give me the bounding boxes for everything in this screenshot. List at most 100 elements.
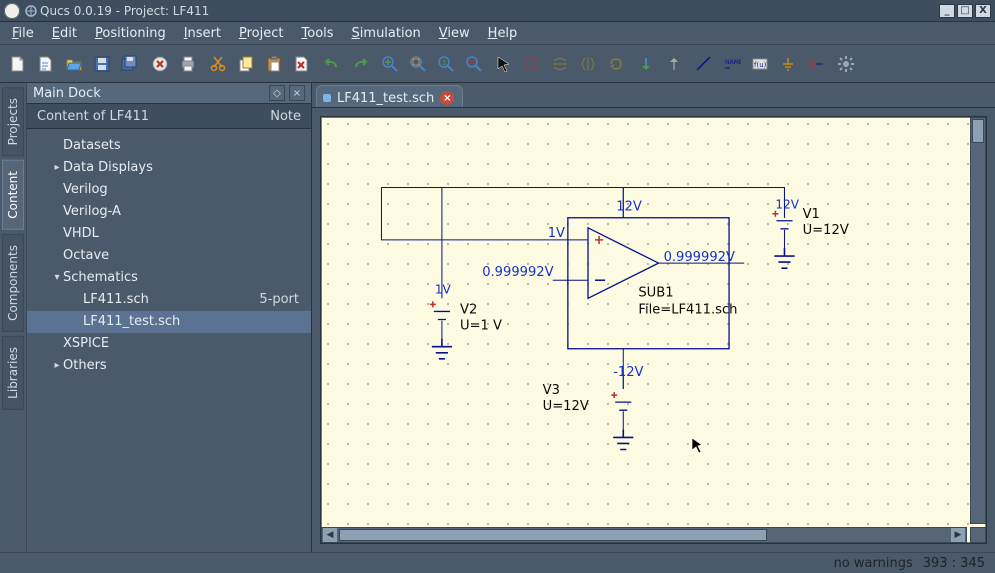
tree-item-label: Schematics [63, 269, 138, 287]
svg-text:1V: 1V [435, 282, 452, 296]
source-v3[interactable] [611, 374, 631, 429]
tab-close-button[interactable]: × [440, 91, 454, 105]
ground-v1[interactable] [774, 248, 794, 268]
undo-icon[interactable] [320, 52, 344, 76]
zoom-in-icon[interactable] [378, 52, 402, 76]
svg-text:1V: 1V [548, 226, 565, 241]
sim-icon[interactable]: f(u) [748, 52, 772, 76]
svg-text:File=LF411.sch: File=LF411.sch [638, 302, 737, 317]
schematic-svg: 12V -12V 1V 0.999992V 0.999992V 12V 1V S… [321, 117, 986, 543]
tree-item[interactable]: XSPICE [27, 333, 311, 355]
menu-help[interactable]: Help [482, 24, 524, 43]
mirror-y-icon[interactable] [576, 52, 600, 76]
svg-text:12V: 12V [616, 200, 642, 215]
svg-text:V2: V2 [460, 302, 477, 317]
zoom-1-icon[interactable]: 1 [434, 52, 458, 76]
ground-v3[interactable] [613, 429, 633, 449]
copy-icon[interactable] [234, 52, 258, 76]
sidetab-content[interactable]: Content [2, 160, 24, 230]
ground-v2[interactable] [432, 339, 452, 359]
wire-icon[interactable] [692, 52, 716, 76]
tree-item[interactable]: Verilog-A [27, 201, 311, 223]
sidetab-components[interactable]: Components [2, 234, 24, 332]
menu-project[interactable]: Project [233, 24, 290, 43]
move-down-icon[interactable] [634, 52, 658, 76]
svg-text:U=12V: U=12V [803, 223, 849, 238]
menubar: File Edit Positioning Insert Project Too… [0, 22, 995, 45]
svg-text:12V: 12V [775, 198, 799, 212]
save-icon[interactable] [90, 52, 114, 76]
vertical-scrollbar[interactable] [970, 117, 986, 524]
menu-insert[interactable]: Insert [178, 24, 227, 43]
editor-area: LF411_test.sch × [312, 83, 995, 552]
open-icon[interactable] [62, 52, 86, 76]
rotate-icon[interactable] [604, 52, 628, 76]
new-text-icon[interactable] [34, 52, 58, 76]
minimize-button[interactable]: _ [939, 4, 955, 18]
scroll-right-button[interactable]: ▶ [951, 528, 965, 542]
tree-item[interactable]: Verilog [27, 179, 311, 201]
dock-close-button[interactable]: × [289, 85, 305, 101]
scroll-left-button[interactable]: ◀ [323, 528, 337, 542]
tree-item[interactable]: ▸Others [27, 355, 311, 377]
print-icon[interactable] [176, 52, 200, 76]
sidetab-libraries[interactable]: Libraries [2, 336, 24, 410]
tree-item[interactable]: VHDL [27, 223, 311, 245]
svg-text:-12V: -12V [613, 365, 643, 380]
tree-item[interactable]: ▾Schematics [27, 267, 311, 289]
redo-icon[interactable] [348, 52, 372, 76]
menu-positioning[interactable]: Positioning [89, 24, 172, 43]
port-icon[interactable] [804, 52, 828, 76]
editor-tabs: LF411_test.sch × [312, 83, 995, 108]
menu-tools[interactable]: Tools [296, 24, 340, 43]
tree-item-label: Octave [63, 247, 109, 265]
new-doc-icon[interactable] [6, 52, 30, 76]
zoom-out-icon[interactable] [462, 52, 486, 76]
svg-text:U=12V: U=12V [543, 399, 589, 414]
dock-float-button[interactable]: ◇ [269, 85, 285, 101]
tree-item[interactable]: ▸Data Displays [27, 157, 311, 179]
tree-item-label: LF411.sch [83, 291, 149, 309]
gear-icon[interactable] [834, 52, 858, 76]
menu-file[interactable]: File [6, 24, 40, 43]
menu-edit[interactable]: Edit [46, 24, 83, 43]
tab-lf411-test[interactable]: LF411_test.sch × [316, 85, 463, 107]
project-tree[interactable]: Datasets▸Data Displays Verilog Verilog-AVH… [27, 129, 311, 552]
tree-item[interactable]: Octave [27, 245, 311, 267]
delete-icon[interactable] [290, 52, 314, 76]
statusbar: no warnings 393 : 345 [0, 552, 995, 573]
tree-expander-icon[interactable]: ▸ [51, 357, 63, 375]
scroll-corner [970, 527, 986, 543]
close-doc-icon[interactable] [148, 52, 172, 76]
main-dock: Main Dock ◇ × Content of LF411 Note Data… [27, 83, 312, 552]
mirror-x-icon[interactable] [548, 52, 572, 76]
horizontal-scrollbar[interactable]: ◀ ▶ [321, 527, 967, 543]
tree-item[interactable]: Datasets [27, 135, 311, 157]
menu-view[interactable]: View [433, 24, 476, 43]
schematic-canvas[interactable]: 12V -12V 1V 0.999992V 0.999992V 12V 1V S… [321, 117, 986, 543]
tree-item-label: Verilog [63, 181, 108, 199]
tree-item[interactable]: LF411_test.sch [27, 311, 311, 333]
paste-icon[interactable] [262, 52, 286, 76]
sidetab-projects[interactable]: Projects [2, 87, 24, 156]
save-all-icon[interactable] [118, 52, 142, 76]
tree-expander-icon[interactable]: ▸ [51, 159, 63, 177]
svg-text:0.999992V: 0.999992V [482, 265, 553, 280]
menu-simulation[interactable]: Simulation [346, 24, 427, 43]
ground-icon[interactable] [776, 52, 800, 76]
move-up-icon[interactable] [662, 52, 686, 76]
insert-comp-icon[interactable] [520, 52, 544, 76]
titlebar[interactable]: Qucs 0.0.19 - Project: LF411 _ □ X [0, 0, 995, 22]
dock-title[interactable]: Main Dock ◇ × [27, 83, 311, 104]
tree-item[interactable]: LF411.sch5-port [27, 289, 311, 311]
zoom-fit-icon[interactable] [406, 52, 430, 76]
cut-icon[interactable] [206, 52, 230, 76]
tree-expander-icon[interactable]: ▾ [51, 269, 63, 287]
close-button[interactable]: X [975, 4, 991, 18]
svg-text:V3: V3 [543, 383, 560, 398]
workarea: Projects Content Components Libraries Ma… [0, 83, 995, 552]
maximize-button[interactable]: □ [957, 4, 973, 18]
app-icon [4, 3, 20, 19]
label-icon[interactable]: NAME [720, 52, 744, 76]
pointer-icon[interactable] [492, 52, 516, 76]
